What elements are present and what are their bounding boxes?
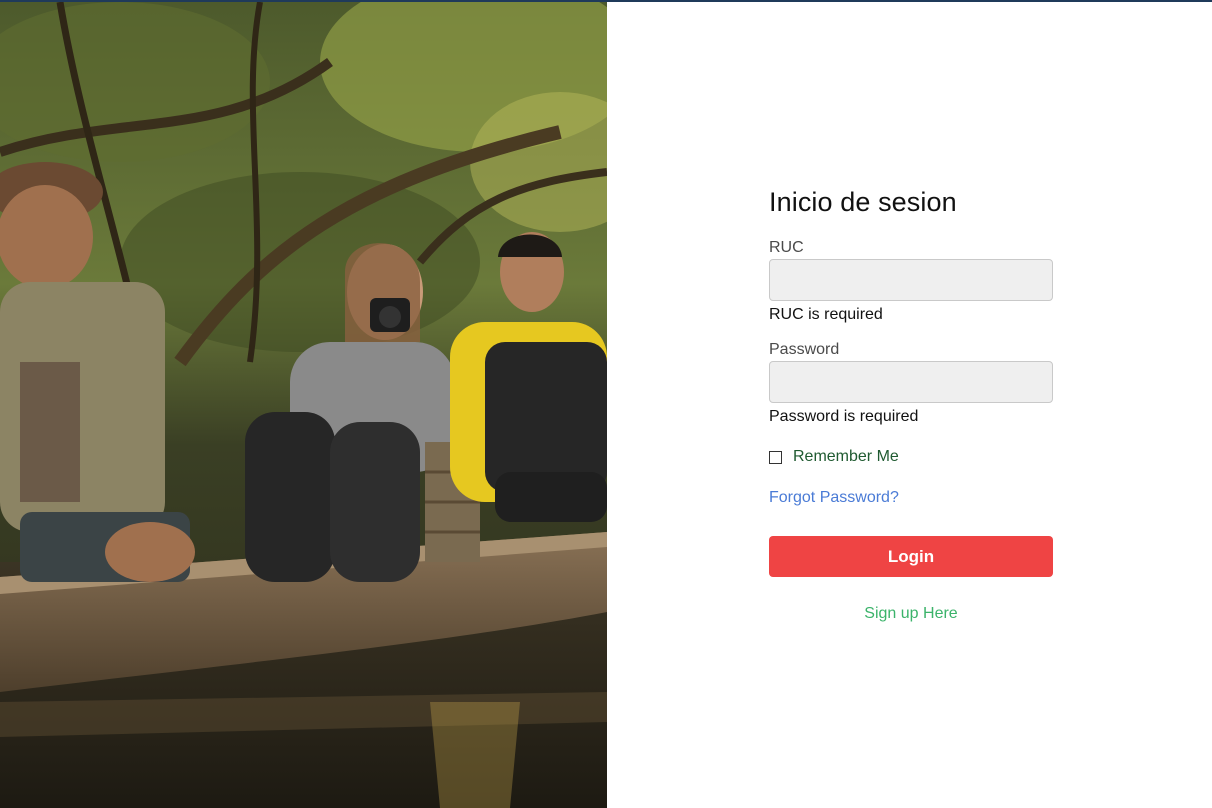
ruc-label: RUC	[769, 239, 804, 256]
remember-me-label[interactable]: Remember Me	[793, 448, 899, 466]
password-label: Password	[769, 341, 840, 358]
forgot-password-link[interactable]: Forgot Password?	[769, 487, 899, 509]
password-input[interactable]	[769, 361, 1053, 403]
hero-image	[0, 2, 607, 808]
remember-me-row[interactable]: Remember Me	[769, 446, 1053, 468]
ruc-error: RUC is required	[769, 306, 883, 323]
ruc-input[interactable]	[769, 259, 1053, 301]
sign-up-link[interactable]: Sign up Here	[769, 605, 1053, 623]
login-button[interactable]: Login	[769, 536, 1053, 577]
login-panel: Inicio de sesion RUC RUC is required Pas…	[607, 2, 1212, 808]
page-title: Inicio de sesion	[769, 187, 957, 217]
login-form: Inicio de sesion RUC RUC is required Pas…	[769, 184, 1053, 623]
password-error: Password is required	[769, 408, 919, 425]
remember-me-checkbox[interactable]	[769, 450, 782, 464]
